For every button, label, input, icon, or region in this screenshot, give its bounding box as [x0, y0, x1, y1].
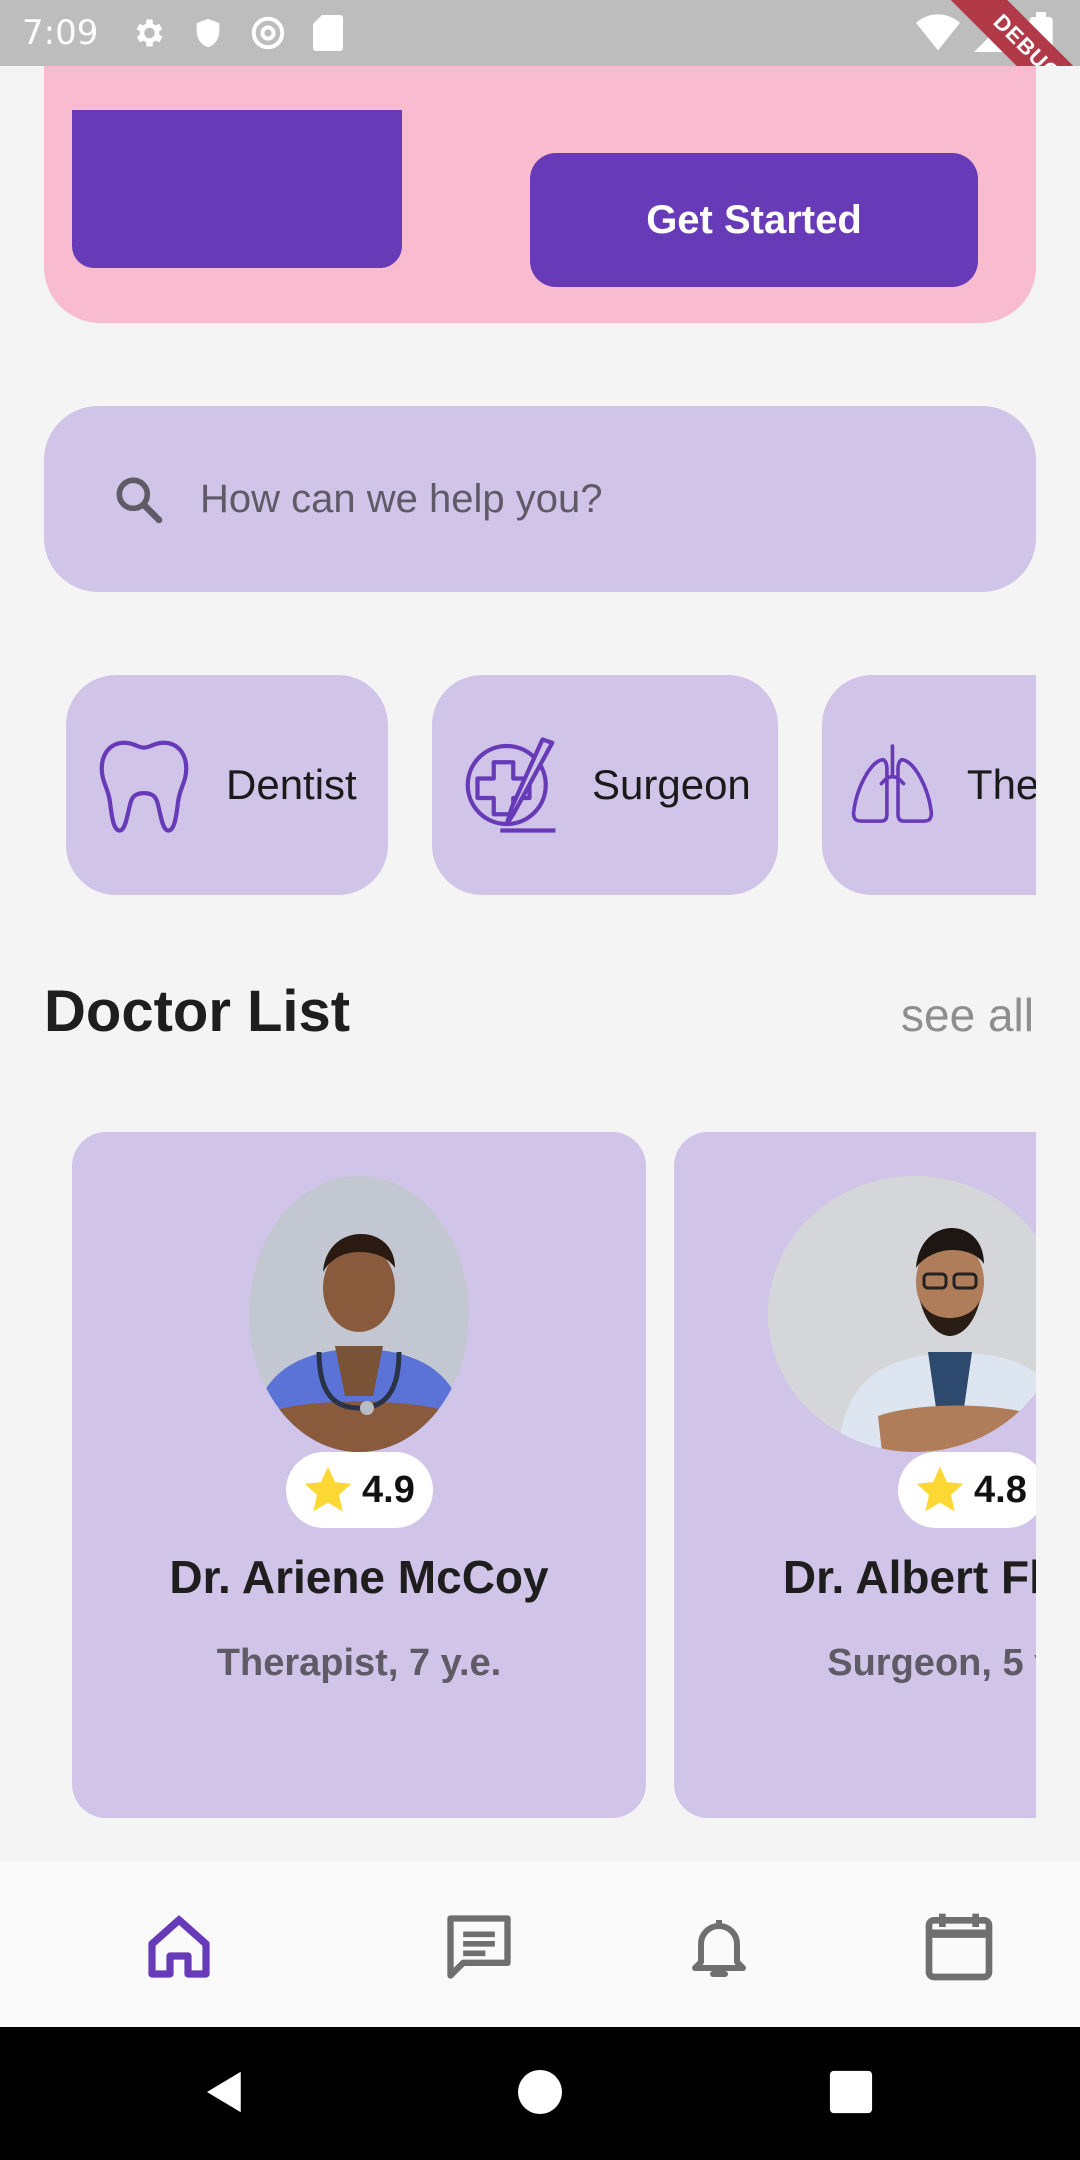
- system-home-button[interactable]: [505, 2057, 575, 2127]
- category-surgeon[interactable]: Surgeon: [432, 675, 778, 895]
- rating-value: 4.9: [362, 1468, 415, 1511]
- chat-icon: [447, 1915, 511, 1979]
- system-recents-button[interactable]: [816, 2057, 886, 2127]
- home-icon: [148, 1915, 210, 1978]
- shield-icon: [188, 13, 228, 53]
- category-therapist[interactable]: Therapist: [822, 675, 1036, 895]
- at-sign-icon: [248, 13, 288, 53]
- doctor-avatar: [768, 1176, 1036, 1452]
- doctor-name: Dr. Ariene McCoy: [169, 1551, 549, 1603]
- rating-value: 4.8: [974, 1468, 1027, 1511]
- rating-badge: 4.9: [286, 1452, 433, 1528]
- promo-card: Get Started: [44, 66, 1036, 323]
- see-all-link[interactable]: see all: [901, 988, 1034, 1042]
- rating-badge: 4.8: [898, 1452, 1036, 1528]
- doctor-card[interactable]: 4.8 Dr. Albert Flores Surgeon, 5 y.e.: [674, 1132, 1036, 1818]
- search-icon: [116, 477, 163, 524]
- doctor-specialty: Therapist, 7 y.e.: [216, 1642, 502, 1684]
- nav-notifications[interactable]: [674, 1902, 764, 1992]
- system-back-button[interactable]: [190, 2057, 260, 2127]
- category-label: Therapist: [966, 761, 1036, 808]
- promo-image: [72, 110, 402, 268]
- nav-chat[interactable]: [434, 1902, 524, 1992]
- home-circle-icon: [518, 2070, 562, 2114]
- get-started-button[interactable]: Get Started: [530, 153, 978, 287]
- doctor-avatar: [249, 1176, 469, 1452]
- status-time: 7:09: [22, 13, 99, 53]
- nav-calendar[interactable]: [914, 1902, 1004, 1992]
- star-icon: [304, 1466, 352, 1512]
- doctor-card[interactable]: 4.9 Dr. Ariene McCoy Therapist, 7 y.e.: [72, 1132, 646, 1818]
- recents-square-icon: [829, 2070, 873, 2114]
- star-icon: [916, 1466, 964, 1512]
- doctor-list-title: Doctor List: [44, 979, 351, 1044]
- category-label: Surgeon: [592, 761, 751, 808]
- doctor-specialty: Surgeon, 5 y.e.: [827, 1642, 1036, 1684]
- doctor-name: Dr. Albert Flores: [782, 1551, 1036, 1603]
- calendar-icon: [925, 1913, 993, 1981]
- doctor-list[interactable]: 4.9 Dr. Ariene McCoy Therapist, 7 y.e. 4…: [44, 1132, 1036, 1820]
- nav-home[interactable]: [134, 1902, 224, 1992]
- category-label: Dentist: [226, 761, 357, 808]
- search-placeholder: How can we help you?: [200, 476, 603, 521]
- search-input[interactable]: How can we help you?: [44, 406, 1036, 592]
- sd-card-icon: [308, 13, 348, 53]
- back-triangle-icon: [207, 2071, 241, 2113]
- category-dentist[interactable]: Dentist: [66, 675, 388, 895]
- bell-icon: [692, 1920, 746, 1977]
- tooth-icon: [99, 740, 189, 833]
- wifi-icon: [916, 14, 960, 51]
- status-bar: 7:09 DEBUG: [0, 0, 1080, 66]
- lungs-icon: [851, 744, 934, 823]
- category-list[interactable]: Dentist Surgeon Therapist: [44, 675, 1036, 895]
- settings-gear-icon: [128, 13, 168, 53]
- system-navigation-bar: [0, 2027, 1080, 2160]
- surgeon-icon: [465, 737, 556, 833]
- bottom-navigation: [0, 1862, 1080, 2027]
